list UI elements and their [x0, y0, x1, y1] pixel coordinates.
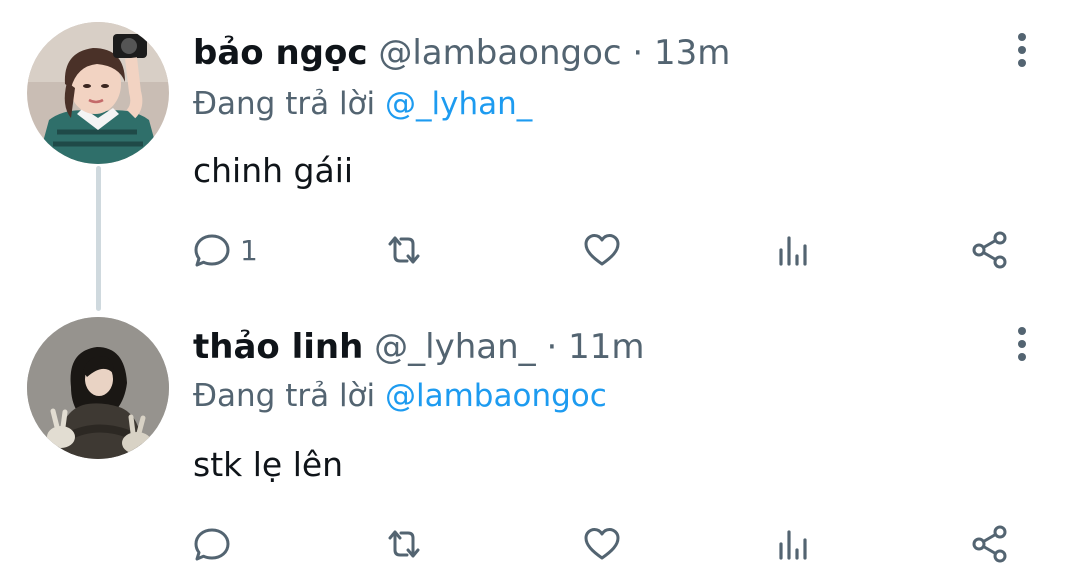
- reply-button[interactable]: [190, 522, 240, 566]
- avatar[interactable]: [27, 22, 169, 164]
- tweet-actions: [190, 522, 1050, 566]
- like-button[interactable]: [580, 228, 624, 272]
- more-icon: [1018, 33, 1026, 67]
- display-name[interactable]: thảo linh: [193, 327, 363, 367]
- replying-to-label: Đang trả lời: [193, 86, 376, 122]
- timestamp[interactable]: 13m: [654, 33, 730, 73]
- like-icon: [584, 234, 620, 266]
- more-options-button[interactable]: [1004, 322, 1040, 366]
- mention-link[interactable]: @lambaongoc: [385, 378, 607, 414]
- reply-button[interactable]: 1: [190, 228, 258, 272]
- like-button[interactable]: [580, 522, 624, 566]
- retweet-button[interactable]: [382, 522, 426, 566]
- share-icon: [972, 525, 1007, 563]
- reply-icon: [194, 528, 230, 561]
- tweet[interactable]: bảo ngọc @lambaongoc · 13m Đang trả lời …: [0, 0, 1080, 300]
- reply-icon: [194, 234, 230, 267]
- views-icon: [779, 530, 807, 560]
- share-button[interactable]: [968, 522, 1012, 566]
- like-icon: [584, 528, 620, 560]
- user-handle[interactable]: @_lyhan_: [374, 327, 536, 367]
- avatar[interactable]: [27, 317, 169, 459]
- more-options-button[interactable]: [1004, 28, 1040, 72]
- retweet-button[interactable]: [382, 228, 426, 272]
- tweet-actions: 1: [190, 228, 1050, 272]
- tweet-header: bảo ngọc @lambaongoc · 13m: [193, 31, 730, 75]
- display-name[interactable]: bảo ngọc: [193, 33, 368, 73]
- views-icon: [779, 236, 807, 266]
- tweet-text: stk lẹ lên: [193, 445, 344, 484]
- header-separator: ·: [546, 327, 558, 367]
- tweet-text: chinh gáii: [193, 151, 354, 190]
- header-separator: ·: [632, 33, 644, 73]
- reply-count: 1: [240, 233, 258, 267]
- replying-to-label: Đang trả lời: [193, 378, 376, 414]
- mention-link[interactable]: @_lyhan_: [385, 86, 532, 122]
- share-icon: [972, 231, 1007, 269]
- replying-to: Đang trả lời @lambaongoc: [193, 376, 607, 416]
- replying-to: Đang trả lời @_lyhan_: [193, 84, 532, 124]
- retweet-icon: [388, 236, 420, 264]
- timestamp[interactable]: 11m: [568, 327, 644, 367]
- more-icon: [1018, 327, 1026, 361]
- tweet[interactable]: thảo linh @_lyhan_ · 11m Đang trả lời @l…: [0, 300, 1080, 573]
- views-button[interactable]: [772, 228, 816, 272]
- share-button[interactable]: [968, 228, 1012, 272]
- tweet-header: thảo linh @_lyhan_ · 11m: [193, 325, 644, 369]
- views-button[interactable]: [772, 522, 816, 566]
- retweet-icon: [388, 530, 420, 558]
- user-handle[interactable]: @lambaongoc: [378, 33, 621, 73]
